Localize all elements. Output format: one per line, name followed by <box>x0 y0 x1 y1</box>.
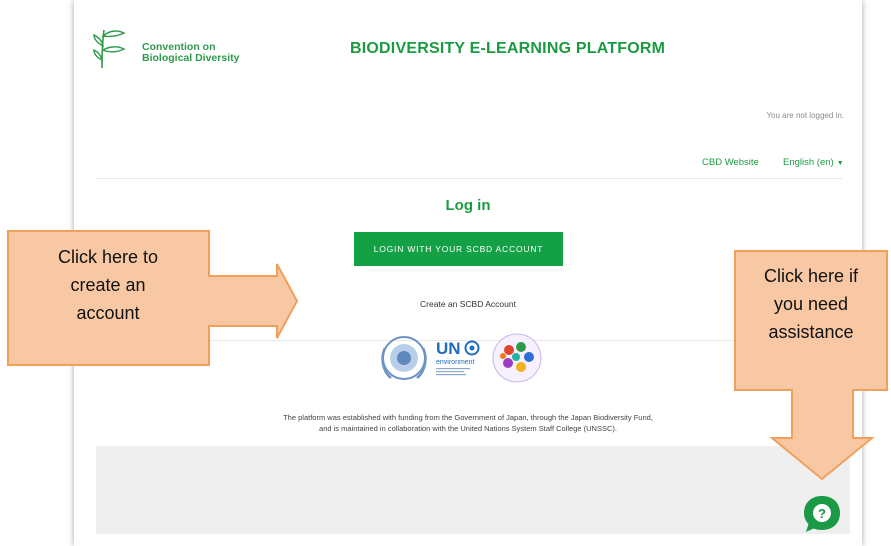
login-status: You are not logged in. <box>766 111 844 120</box>
un-environment-logo: UN environment <box>436 339 480 376</box>
svg-text:?: ? <box>818 506 826 521</box>
language-menu[interactable]: English (en) ▼ <box>783 157 844 168</box>
callout-line: Click here to <box>57 247 159 267</box>
logo-wordmark: Convention on Biological Diversity <box>142 42 239 64</box>
header-divider <box>96 178 842 179</box>
leaf-logo-icon <box>93 29 126 69</box>
callout-line: Click here if <box>763 266 859 286</box>
create-account-callout-text: Click here to create an account <box>8 243 208 327</box>
cbd-logo[interactable]: Convention on Biological Diversity <box>92 26 252 70</box>
callout-line: you need <box>773 294 849 314</box>
callout-line: assistance <box>768 322 854 342</box>
callout-line: account <box>76 303 140 323</box>
un-emblem-icon <box>381 336 427 380</box>
logo-line-2: Biological Diversity <box>142 52 240 64</box>
cbd-website-link[interactable]: CBD Website <box>702 157 759 168</box>
partner-logos-graphic: UN environment <box>381 333 542 383</box>
login-scbd-button[interactable]: LOGIN WITH YOUR SCBD ACCOUNT <box>354 232 563 266</box>
create-account-callout: Click here to create an account <box>0 228 300 368</box>
callout-line: create an <box>70 275 146 295</box>
assistance-callout: Click here if you need assistance <box>732 248 891 482</box>
assistance-callout-text: Click here if you need assistance <box>735 262 887 346</box>
caret-down-icon: ▼ <box>836 160 844 167</box>
japan-biodiversity-fund-logo <box>492 333 542 383</box>
svg-text:UN: UN <box>436 339 461 358</box>
site-title: BIODIVERSITY E-LEARNING PLATFORM <box>350 40 666 57</box>
language-label: English (en) <box>783 157 834 168</box>
page-title: Log in <box>445 197 491 214</box>
question-chat-icon: ? <box>804 496 840 532</box>
help-chat-button[interactable]: ? <box>800 492 844 536</box>
partner-logos: UN environment <box>379 330 551 386</box>
svg-text:environment: environment <box>436 359 475 366</box>
